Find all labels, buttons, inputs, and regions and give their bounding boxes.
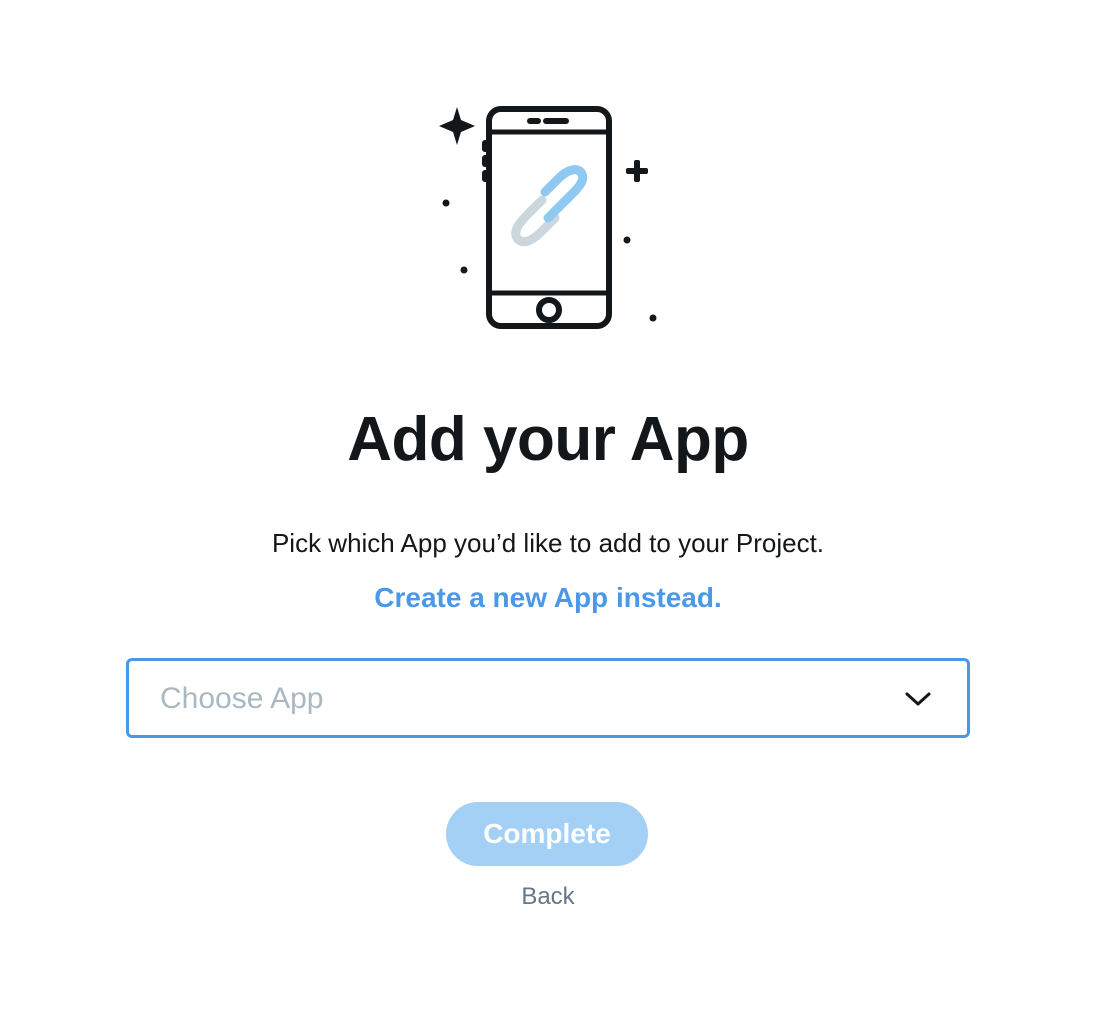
create-new-app-link[interactable]: Create a new App instead. <box>0 581 1096 615</box>
back-link[interactable]: Back <box>0 882 1096 912</box>
page-subtitle: Pick which App you’d like to add to your… <box>271 528 825 558</box>
sparkle-icon <box>439 107 475 145</box>
complete-button[interactable]: Complete <box>446 802 648 866</box>
choose-app-select[interactable]: Choose App <box>126 658 970 738</box>
choose-app-placeholder: Choose App <box>160 682 324 715</box>
page-title: Add your App <box>347 405 749 474</box>
chevron-down-icon <box>903 689 933 709</box>
phone-with-link-icon <box>430 96 670 336</box>
